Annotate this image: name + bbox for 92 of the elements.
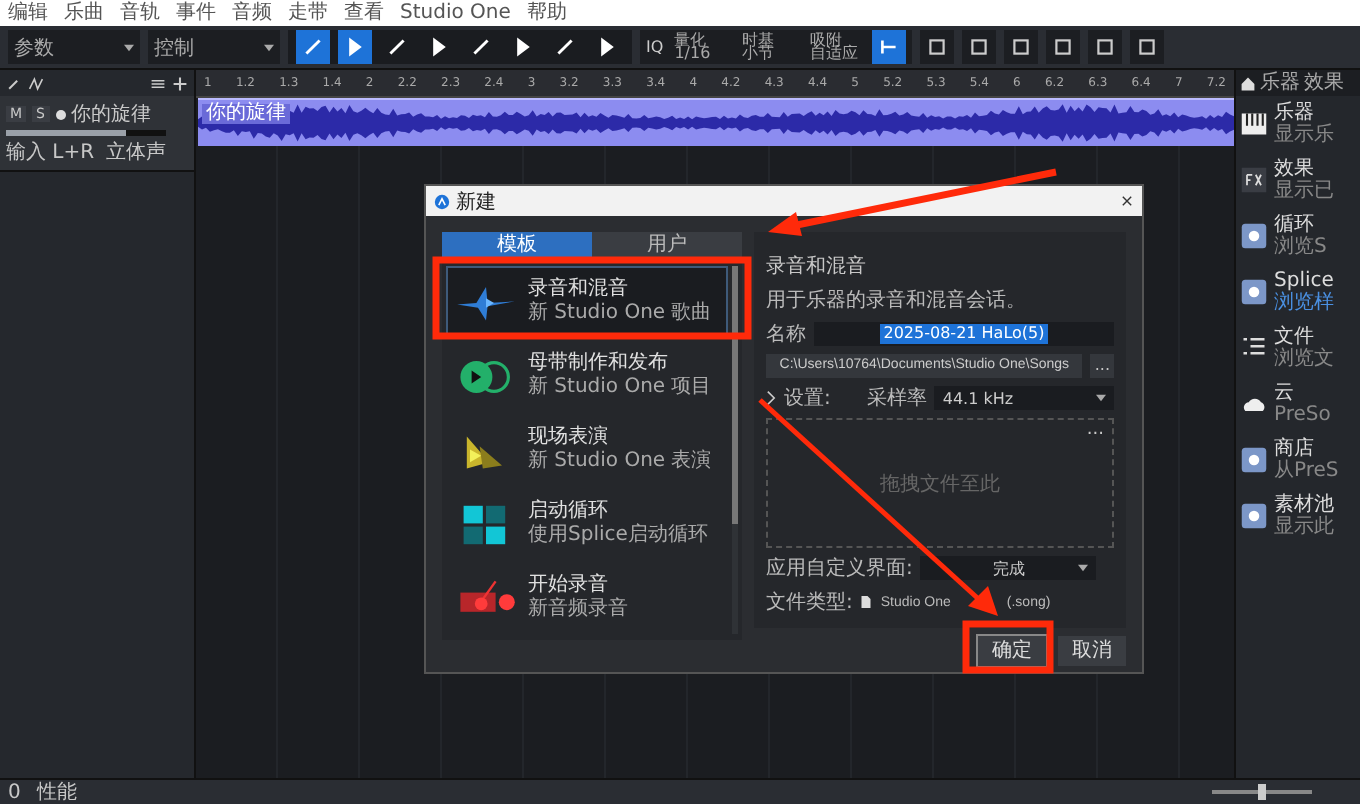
quantize-label[interactable]: IQ <box>646 38 664 56</box>
browser-item[interactable]: Splice 浏览样 <box>1236 264 1360 320</box>
menu-item[interactable]: 帮助 <box>526 0 567 26</box>
template-item[interactable]: 录音和混音 新 Studio One 歌曲 <box>446 266 728 338</box>
chevron-icon[interactable] <box>766 390 776 406</box>
fx-icon <box>1240 166 1268 194</box>
menu-item[interactable]: 走带 <box>288 0 328 26</box>
toolbar-icon[interactable] <box>919 30 954 64</box>
snap-icon[interactable] <box>871 30 906 64</box>
browser-item[interactable]: 效果 显示已 <box>1236 152 1360 208</box>
home-icon[interactable] <box>1240 75 1256 91</box>
toolbar-icon[interactable] <box>1129 30 1164 64</box>
browser-item[interactable]: 素材池 显示此 <box>1236 488 1360 544</box>
template-title: 启动循环 <box>528 500 610 524</box>
record-icon[interactable] <box>55 109 65 119</box>
channel-label[interactable]: 立体声 <box>106 138 167 166</box>
browser-tab[interactable]: 乐器 <box>1260 71 1300 95</box>
caret-icon <box>1078 564 1089 572</box>
theme-dropdown[interactable]: 完成 <box>920 556 1097 580</box>
settings-label: 设置: <box>784 385 831 412</box>
template-item[interactable]: 母带制作和发布 新 Studio One 项目 <box>446 340 728 412</box>
toolbar-icon[interactable] <box>961 30 996 64</box>
menu-item[interactable]: 乐曲 <box>64 0 104 26</box>
snap-dropdown[interactable]: 量化 1/16 <box>673 34 725 60</box>
menu-item[interactable]: 编辑 <box>8 0 48 26</box>
template-subtitle: 新 Studio One 项目 <box>528 376 712 400</box>
toolbar-icon[interactable] <box>1003 30 1038 64</box>
name-label: 名称 <box>766 322 806 348</box>
dialog-title: 新建 <box>456 189 496 215</box>
template-title: 现场表演 <box>528 426 610 449</box>
menu-item[interactable]: Studio One <box>400 0 511 26</box>
browser-item[interactable]: 文件 浏览文 <box>1236 320 1360 376</box>
menu-item[interactable]: 音轨 <box>120 0 160 26</box>
template-heading: 录音和混音 <box>766 253 868 280</box>
drop-zone[interactable]: ... 拖拽文件至此 <box>766 418 1114 548</box>
audio-clip[interactable]: 你的旋律 <box>198 98 1234 146</box>
app-logo-icon <box>434 193 450 209</box>
sample-rate-label: 采样率 <box>866 385 927 412</box>
template-subtitle: 使用Splice启动循环 <box>528 524 708 548</box>
scrollbar-thumb[interactable] <box>732 266 738 524</box>
document-icon <box>860 594 873 610</box>
template-item[interactable]: 现场表演 新 Studio One 表演 <box>446 414 728 486</box>
template-subtitle: 新 Studio One 表演 <box>528 450 712 474</box>
drop-hint: 拖拽文件至此 <box>880 471 1000 497</box>
snap-dropdown[interactable]: 吸附 自适应 <box>809 34 861 60</box>
input-label[interactable]: 输入 L+R <box>6 138 95 166</box>
sample-rate-dropdown[interactable]: 44.1 kHz <box>934 386 1114 410</box>
volume-track[interactable] <box>6 130 166 136</box>
dropdown-field[interactable]: 控制 <box>148 30 280 64</box>
template-subtitle: 新音频录音 <box>528 598 628 622</box>
caret-icon <box>1096 394 1106 402</box>
track-name: 你的旋律 <box>71 101 151 128</box>
clip-label: 你的旋律 <box>202 104 290 124</box>
template-item[interactable]: 启动循环 使用Splice启动循环 <box>446 488 728 560</box>
slider-thumb[interactable] <box>1257 784 1265 800</box>
toolbar-icon[interactable] <box>1087 30 1122 64</box>
dialog-tab[interactable]: 模板 <box>442 232 592 260</box>
template-description: 用于乐器的录音和混音会话。 <box>766 287 1028 314</box>
template-title: 录音和混音 <box>528 278 630 301</box>
file-type-label: 文件类型: <box>766 589 853 616</box>
snap-dropdown[interactable]: 时基 小节 <box>741 34 793 60</box>
template-item[interactable]: 开始录音 新音频录音 <box>446 562 728 634</box>
toolbar-icon[interactable] <box>1045 30 1080 64</box>
browser-item[interactable]: 云 PreSo <box>1236 376 1360 432</box>
template-title: 开始录音 <box>528 574 610 597</box>
browse-button[interactable]: ... <box>1090 354 1114 378</box>
highlight-box <box>962 620 1054 674</box>
name-field[interactable]: 2025-08-21 HaLo(5) <box>814 322 1114 346</box>
close-icon[interactable] <box>1120 194 1134 208</box>
caret-icon <box>124 43 134 51</box>
template-subtitle: 新 Studio One 歌曲 <box>528 302 712 326</box>
browser-tab[interactable]: 效果 <box>1304 71 1344 95</box>
more-menu[interactable]: ... <box>1086 420 1104 440</box>
caret-icon <box>264 43 274 51</box>
add-icon[interactable] <box>172 75 188 91</box>
menu-item[interactable]: 事件 <box>176 0 216 26</box>
menu-item[interactable]: 查看 <box>344 0 384 26</box>
status-text: 0 <box>8 781 21 803</box>
browser-item[interactable]: 循环 浏览S <box>1236 208 1360 264</box>
dropdown-field[interactable]: 参数 <box>8 30 140 64</box>
ok-button[interactable]: 确定 <box>978 635 1046 665</box>
browser-item[interactable]: 乐器 显示乐 <box>1236 96 1360 152</box>
cancel-button[interactable]: 取消 <box>1058 635 1126 665</box>
browser-item[interactable]: 商店 从PreS <box>1236 432 1360 488</box>
menu-item[interactable]: 音频 <box>232 0 272 26</box>
status-text: 性能 <box>36 779 77 804</box>
list-icon[interactable] <box>150 75 166 91</box>
automation-icon[interactable] <box>28 75 44 91</box>
piano-keys-icon <box>1240 110 1268 138</box>
theme-label: 应用自定义界面: <box>766 555 913 582</box>
dialog-tab[interactable]: 用户 <box>592 232 742 260</box>
template-title: 母带制作和发布 <box>528 352 670 375</box>
